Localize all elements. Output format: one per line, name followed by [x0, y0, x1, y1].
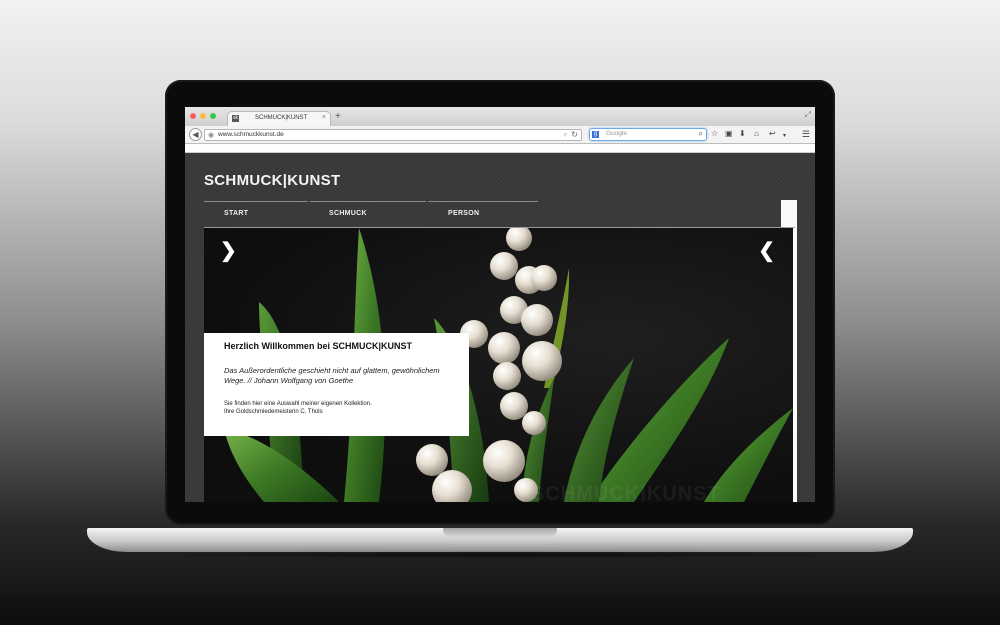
navigation-bar: ◀ ◉ www.schmuckkunst.de ▿ ↻ g Google ⌕ ☆…	[185, 126, 815, 144]
screen: sk SCHMUCK|KUNST × + ⤢ ◀ ◉ www.schmuckku…	[185, 107, 815, 502]
nav-start[interactable]: START	[224, 210, 248, 217]
home-icon[interactable]: ⌂	[754, 129, 759, 139]
reload-icon[interactable]: ↻	[571, 130, 578, 139]
slider-next-arrow[interactable]: ❯	[220, 238, 237, 263]
search-input[interactable]: g Google ⌕	[589, 128, 707, 141]
globe-icon: ◉	[208, 132, 215, 139]
google-icon[interactable]: g	[592, 131, 599, 138]
welcome-info-line: Sie finden hier eine Auswahl meiner eige…	[224, 401, 372, 407]
new-tab-button[interactable]: +	[335, 111, 341, 123]
nav-schmuck[interactable]: SCHMUCK	[329, 210, 367, 217]
tab-close-icon[interactable]: ×	[322, 114, 326, 121]
search-placeholder: Google	[606, 130, 627, 137]
welcome-signature: Ihre Goldschmiedemeisterin C. Thols	[224, 409, 323, 415]
close-window-button[interactable]	[190, 113, 196, 119]
fullscreen-icon[interactable]: ⤢	[805, 110, 811, 120]
nav-divider	[310, 201, 426, 202]
tab-bar: sk SCHMUCK|KUNST × + ⤢	[185, 107, 815, 126]
dropdown-icon[interactable]: ▿	[563, 131, 567, 139]
welcome-heading: Herzlich Willkommen bei SCHMUCK|KUNST	[224, 341, 412, 351]
menu-icon[interactable]: ☰	[802, 129, 810, 139]
content-top-edge	[185, 144, 815, 153]
laptop-notch	[443, 528, 557, 537]
site-logo[interactable]: SCHMUCK|KUNST	[204, 172, 340, 189]
tab-title: SCHMUCK|KUNST	[255, 115, 308, 121]
bookmark-star-icon[interactable]: ☆	[711, 129, 718, 139]
favicon-icon: sk	[232, 115, 239, 122]
watermark-text: SCHMUCK|KUNST	[531, 483, 721, 502]
back-icon[interactable]: ◀	[189, 128, 202, 141]
welcome-info: Sie finden hier eine Auswahl meiner eige…	[224, 400, 454, 416]
chevron-down-icon[interactable]: ▾	[783, 131, 786, 141]
nav-divider	[428, 201, 538, 202]
search-icon[interactable]: ⌕	[699, 129, 703, 139]
url-bar[interactable]: ◉ www.schmuckkunst.de ▿ ↻	[204, 129, 582, 141]
download-icon[interactable]: ⬇	[739, 129, 746, 139]
clipboard-icon[interactable]: ▣	[725, 129, 733, 139]
slider-prev-arrow[interactable]: ❮	[758, 238, 775, 263]
zoom-window-button[interactable]	[210, 113, 216, 119]
tab-schmuckkunst[interactable]: sk SCHMUCK|KUNST ×	[227, 111, 331, 126]
goethe-quote: Das Außerordentliche geschieht nicht auf…	[224, 366, 440, 385]
laptop-shadow	[120, 551, 880, 559]
share-icon[interactable]: ↩	[769, 129, 776, 139]
url-text[interactable]: www.schmuckkunst.de	[218, 131, 284, 138]
minimize-window-button[interactable]	[200, 113, 206, 119]
nav-divider	[204, 201, 308, 202]
welcome-box: Herzlich Willkommen bei SCHMUCK|KUNST Da…	[204, 333, 469, 436]
nav-person[interactable]: PERSON	[448, 210, 479, 217]
website: SCHMUCK|KUNST START SCHMUCK PERSON ❯ ❮ S…	[185, 153, 815, 502]
